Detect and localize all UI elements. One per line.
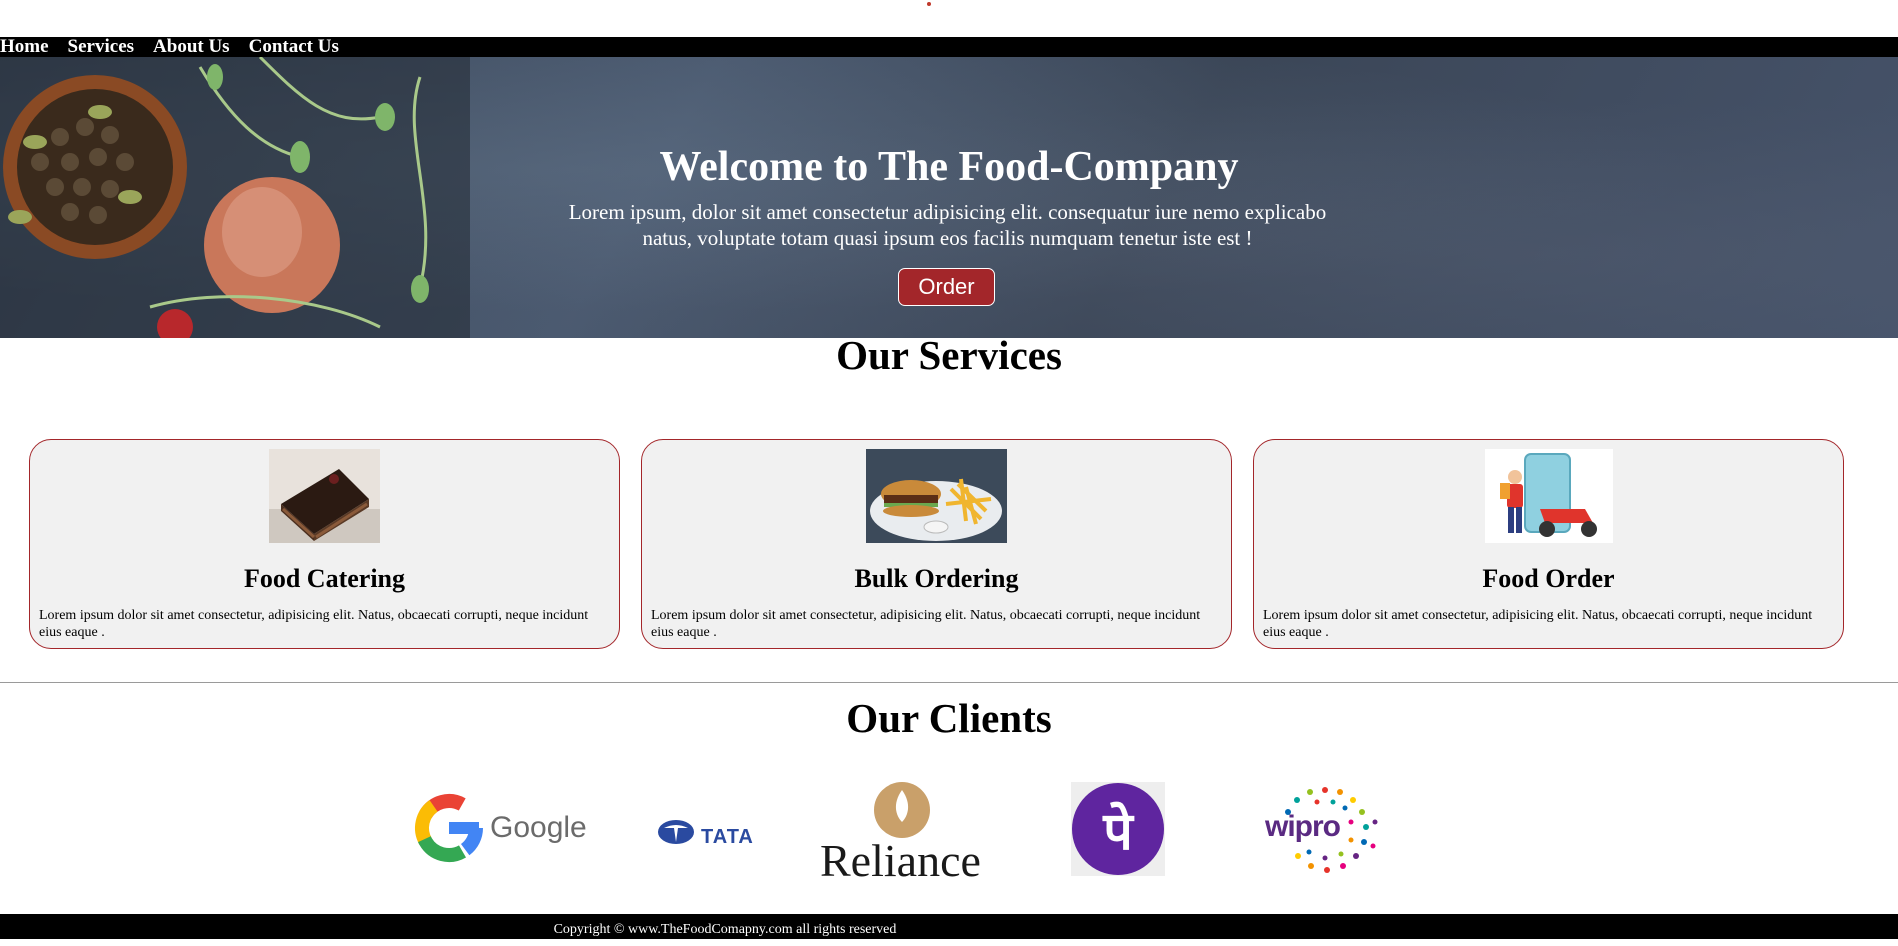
hero-banner: Welcome to The Food-Company Lorem ipsum,… bbox=[0, 57, 1898, 338]
delivery-scooter-image bbox=[1484, 449, 1613, 543]
client-logo-reliance: Reliance bbox=[820, 782, 1000, 886]
service-card-title: Bulk Ordering bbox=[854, 564, 1019, 593]
service-card-text: Lorem ipsum dolor sit amet consectetur, … bbox=[39, 608, 589, 640]
reliance-logo-text: Reliance bbox=[820, 835, 981, 886]
google-g-icon bbox=[415, 794, 483, 862]
burger-fries-image bbox=[866, 449, 1007, 543]
phonepe-logo-glyph: पे bbox=[1103, 802, 1133, 862]
nav-item-about[interactable]: About Us bbox=[153, 37, 230, 57]
order-button[interactable]: Order bbox=[898, 268, 995, 306]
tata-emblem-icon bbox=[658, 820, 694, 844]
client-logo-phonepe: पे bbox=[1071, 782, 1165, 876]
nav-item-home[interactable]: Home bbox=[0, 37, 49, 57]
hero-food-illustration bbox=[0, 57, 470, 338]
navbar: Home Services About Us Contact Us bbox=[0, 37, 1898, 57]
nav-link-contact[interactable]: Contact Us bbox=[249, 36, 339, 57]
client-logo-wipro: wipro bbox=[1265, 782, 1383, 878]
clients-title: Our Clients bbox=[846, 695, 1052, 741]
nav-link-services[interactable]: Services bbox=[68, 36, 134, 57]
service-card-bulk-ordering: Bulk Ordering Lorem ipsum dolor sit amet… bbox=[641, 439, 1232, 649]
services-title: Our Services bbox=[836, 332, 1062, 378]
footer: Copyright © www.TheFoodComapny.com all r… bbox=[0, 914, 1898, 939]
hero-title: Welcome to The Food-Company bbox=[659, 144, 1239, 190]
client-logo-google: Google bbox=[412, 791, 587, 866]
google-logo-text: Google bbox=[490, 811, 587, 844]
service-card-food-order: Food Order Lorem ipsum dolor sit amet co… bbox=[1253, 439, 1844, 649]
section-divider bbox=[0, 682, 1898, 683]
service-card-food-catering: Food Catering Lorem ipsum dolor sit amet… bbox=[29, 439, 620, 649]
footer-copyright: Copyright © www.TheFoodComapny.com all r… bbox=[553, 922, 897, 937]
service-card-title: Food Order bbox=[1482, 564, 1615, 593]
nav-item-services[interactable]: Services bbox=[68, 37, 134, 57]
chocolate-cake-image bbox=[269, 449, 380, 543]
tata-logo-text: TATA bbox=[701, 826, 754, 848]
nav-item-contact[interactable]: Contact Us bbox=[249, 37, 339, 57]
client-logo-tata: TATA bbox=[656, 818, 756, 848]
top-dot bbox=[927, 2, 931, 6]
nav-link-home[interactable]: Home bbox=[0, 36, 49, 57]
nav-link-about[interactable]: About Us bbox=[153, 36, 230, 57]
service-card-text: Lorem ipsum dolor sit amet consectetur, … bbox=[1263, 608, 1813, 640]
service-card-text: Lorem ipsum dolor sit amet consectetur, … bbox=[651, 608, 1201, 640]
service-card-title: Food Catering bbox=[243, 564, 406, 593]
hero-description: Lorem ipsum, dolor sit amet consectetur … bbox=[568, 200, 1327, 250]
wipro-logo-text: wipro bbox=[1265, 810, 1341, 843]
reliance-emblem-icon bbox=[874, 782, 930, 838]
